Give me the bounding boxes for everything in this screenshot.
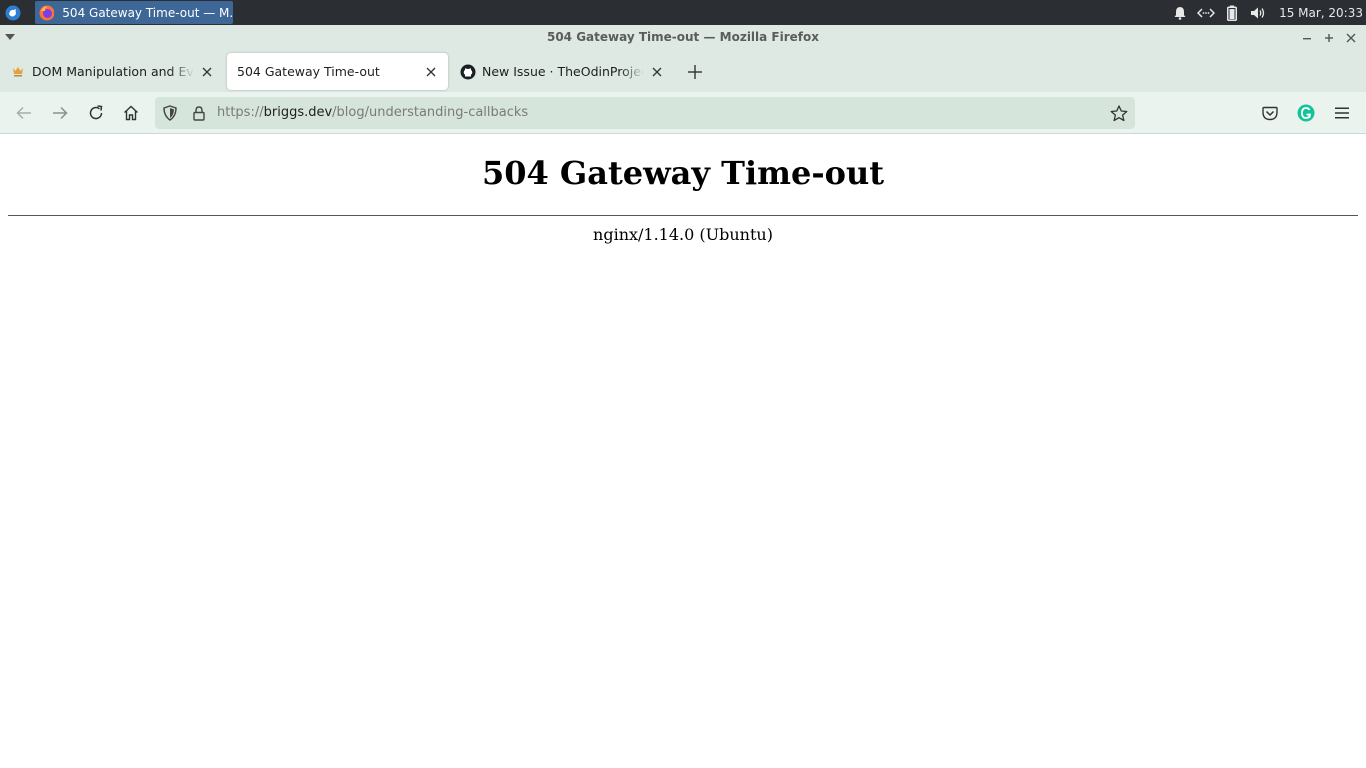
battery-icon[interactable] <box>1219 0 1245 25</box>
tab-new-issue[interactable]: New Issue · TheOdinProject/curriculum <box>450 53 674 90</box>
lock-icon[interactable] <box>191 104 207 122</box>
new-tab-button[interactable] <box>683 60 707 84</box>
github-icon <box>460 64 476 80</box>
app-menu-button[interactable] <box>1330 101 1354 125</box>
url-host: briggs.dev <box>263 105 333 120</box>
close-tab-icon[interactable] <box>648 63 666 81</box>
back-button[interactable] <box>12 101 36 125</box>
url-text[interactable]: https://briggs.dev/blog/understanding-ca… <box>217 97 528 129</box>
notification-bell-icon[interactable] <box>1167 0 1193 25</box>
close-tab-icon[interactable] <box>422 63 440 81</box>
tab-gateway-timeout[interactable]: 504 Gateway Time-out <box>227 53 448 90</box>
arrow-left-icon <box>16 106 31 120</box>
window-controls <box>1296 28 1362 47</box>
error-heading: 504 Gateway Time-out <box>481 154 884 192</box>
window-title: 504 Gateway Time-out — Mozilla Firefox <box>546 30 820 44</box>
plus-icon <box>688 65 702 79</box>
url-prefix: https:// <box>217 105 264 120</box>
forward-button[interactable] <box>48 101 72 125</box>
volume-icon[interactable] <box>1245 0 1271 25</box>
tab-label: DOM Manipulation and Events | The Odin P… <box>32 64 194 79</box>
odin-project-icon <box>10 64 26 80</box>
app-menu-icon[interactable] <box>2 2 24 23</box>
pocket-button[interactable] <box>1258 101 1282 125</box>
tab-label: 504 Gateway Time-out <box>237 64 380 79</box>
url-path: /blog/understanding-callbacks <box>332 105 529 120</box>
network-icon[interactable] <box>1193 0 1219 25</box>
system-panel: 504 Gateway Time-out — M... 15 Mar, 20:3… <box>0 0 1366 25</box>
tracking-protection-shield-icon[interactable] <box>161 104 179 122</box>
maximize-icon[interactable] <box>1318 28 1340 47</box>
url-bar[interactable]: https://briggs.dev/blog/understanding-ca… <box>155 97 1135 129</box>
reload-icon <box>89 105 103 120</box>
pocket-icon <box>1262 106 1278 120</box>
home-icon <box>124 105 138 121</box>
tab-label: New Issue · TheOdinProject/curriculum <box>482 64 644 79</box>
firefox-icon <box>39 5 55 21</box>
server-signature: nginx/1.14.0 (Ubuntu) <box>593 225 773 244</box>
minimize-icon[interactable] <box>1296 28 1318 47</box>
home-button[interactable] <box>119 101 143 125</box>
close-tab-icon[interactable] <box>198 63 216 81</box>
tab-dom-manipulation[interactable]: DOM Manipulation and Events | The Odin P… <box>0 53 224 90</box>
taskbar-window-title: 504 Gateway Time-out — M... <box>62 5 233 20</box>
hamburger-menu-icon <box>1335 107 1349 119</box>
grammarly-extension-button[interactable] <box>1294 101 1318 125</box>
taskbar-firefox-window[interactable]: 504 Gateway Time-out — M... <box>35 1 233 24</box>
window-titlebar[interactable]: 504 Gateway Time-out — Mozilla Firefox <box>0 25 1366 50</box>
navigation-toolbar: https://briggs.dev/blog/understanding-ca… <box>0 92 1366 134</box>
page-content: 504 Gateway Time-out nginx/1.14.0 (Ubunt… <box>0 134 1366 768</box>
system-tray: 15 Mar, 20:33 <box>1167 0 1366 25</box>
reload-button[interactable] <box>84 101 108 125</box>
bookmark-star-icon[interactable] <box>1109 103 1129 123</box>
divider <box>8 215 1358 216</box>
clock[interactable]: 15 Mar, 20:33 <box>1271 6 1366 20</box>
arrow-right-icon <box>53 106 68 120</box>
close-window-icon[interactable] <box>1340 28 1362 47</box>
grammarly-icon <box>1297 104 1315 122</box>
